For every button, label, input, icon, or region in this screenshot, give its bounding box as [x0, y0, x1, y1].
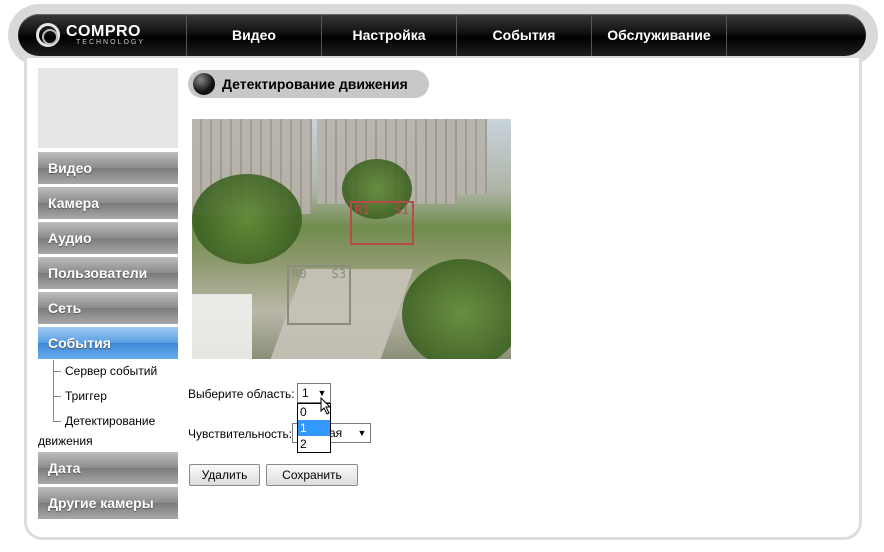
sidebar-item-camera[interactable]: Камера — [38, 187, 178, 219]
zone-sensitivity-label: S3 — [331, 267, 346, 281]
top-navbar: COMPRO TECHNOLOGY Видео Настройка Событи… — [18, 14, 866, 56]
section-header: Детектирование движения — [188, 70, 429, 98]
submenu-trigger[interactable]: Триггер — [65, 389, 107, 403]
zone-region-label: R0 — [292, 267, 307, 281]
submenu-tree-line — [53, 360, 54, 422]
motion-zone-r1[interactable]: R1 S1 — [350, 201, 414, 245]
submenu-tick — [53, 396, 61, 397]
motion-zone-r0[interactable]: R0 S3 — [287, 265, 351, 325]
submenu-event-server[interactable]: Сервер событий — [65, 364, 157, 378]
chevron-down-icon: ▼ — [357, 428, 367, 438]
area-option-2[interactable]: 2 — [298, 436, 330, 452]
submenu-tick — [53, 371, 61, 372]
nav-maintenance[interactable]: Обслуживание — [591, 14, 726, 56]
zone-sensitivity-label: S1 — [394, 203, 409, 217]
area-select-value: 1 — [302, 386, 309, 400]
logo-subtext: TECHNOLOGY — [76, 39, 146, 46]
nav-settings[interactable]: Настройка — [321, 14, 456, 56]
sidebar-item-other-cameras[interactable]: Другие камеры — [38, 487, 178, 519]
logo-ring-icon — [36, 23, 60, 47]
area-option-1[interactable]: 1 — [298, 420, 330, 436]
save-button[interactable]: Сохранить — [266, 464, 358, 486]
sidebar-item-audio[interactable]: Аудио — [38, 222, 178, 254]
nav-events[interactable]: События — [456, 14, 591, 56]
scene-building — [417, 119, 487, 194]
sidebar-item-events[interactable]: События — [38, 327, 178, 359]
nav-divider — [726, 14, 727, 56]
sidebar-banner — [38, 68, 178, 148]
sidebar-item-network[interactable]: Сеть — [38, 292, 178, 324]
mouse-cursor-icon — [320, 397, 332, 415]
scene-balcony — [192, 294, 252, 359]
delete-button[interactable]: Удалить — [189, 464, 260, 486]
submenu-tick — [53, 421, 61, 422]
camera-preview[interactable]: R1 S1 R0 S3 — [192, 119, 511, 359]
sidebar-item-users[interactable]: Пользователи — [38, 257, 178, 289]
section-bullet-icon — [193, 73, 215, 95]
sensitivity-label: Чувствительность: — [188, 427, 293, 441]
scene-tree — [402, 259, 511, 359]
page-title: Детектирование движения — [222, 76, 408, 92]
area-select-label: Выберите область: — [188, 387, 295, 401]
zone-region-label: R1 — [355, 203, 370, 217]
sidebar-item-date[interactable]: Дата — [38, 452, 178, 484]
submenu-motion-detection-cont[interactable]: движения — [38, 434, 93, 448]
submenu-motion-detection[interactable]: Детектирование — [65, 414, 155, 428]
nav-video[interactable]: Видео — [186, 14, 321, 56]
sidebar-item-video[interactable]: Видео — [38, 152, 178, 184]
scene-tree — [192, 174, 302, 264]
compro-logo[interactable]: COMPRO TECHNOLOGY — [32, 21, 182, 49]
